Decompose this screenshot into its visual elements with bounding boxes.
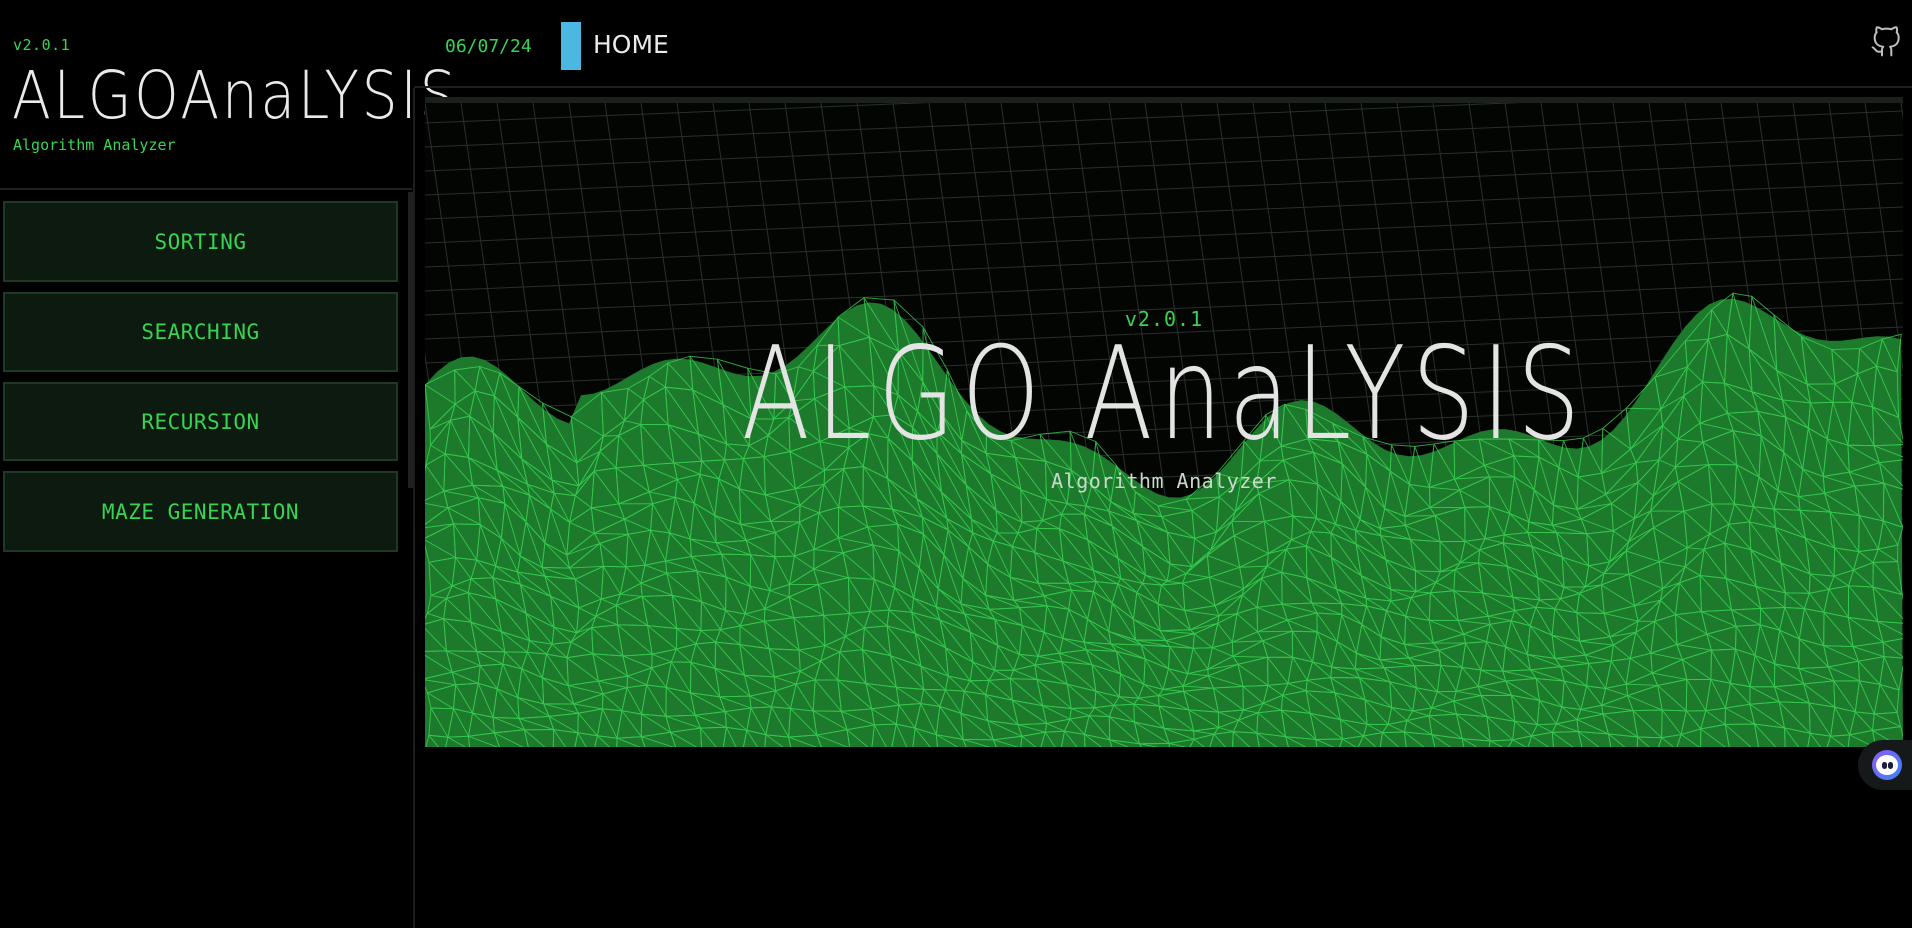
app-subtitle: Algorithm Analyzer <box>13 136 176 154</box>
hero-title: ALGO AnaLYSIS <box>741 320 1587 469</box>
main-border <box>413 88 415 928</box>
sidebar-nav: SORTING SEARCHING RECURSION MAZE GENERAT… <box>3 201 398 562</box>
nav-recursion-button[interactable]: RECURSION <box>3 382 398 461</box>
page-marker <box>561 22 581 70</box>
github-icon[interactable] <box>1870 26 1902 58</box>
nav-searching-button[interactable]: SEARCHING <box>3 292 398 372</box>
nav-sorting-button[interactable]: SORTING <box>3 201 398 282</box>
hero-banner: v2.0.1 ALGO AnaLYSIS Algorithm Analyzer <box>425 97 1903 747</box>
sidebar-divider <box>0 188 412 190</box>
assistant-bot-icon <box>1872 750 1902 780</box>
header-date: 06/07/24 <box>445 36 532 57</box>
assistant-button[interactable] <box>1858 740 1912 790</box>
header-divider <box>414 86 1912 88</box>
sidebar: v2.0.1 ALGOAnaLYSIS Algorithm Analyzer S… <box>0 0 456 928</box>
nav-maze-generation-button[interactable]: MAZE GENERATION <box>3 471 398 552</box>
sidebar-version: v2.0.1 <box>13 36 71 54</box>
page-title: HOME <box>593 30 669 59</box>
app-logo[interactable]: ALGOAnaLYSIS <box>12 58 458 134</box>
hero-subtitle: Algorithm Analyzer <box>1051 469 1277 493</box>
